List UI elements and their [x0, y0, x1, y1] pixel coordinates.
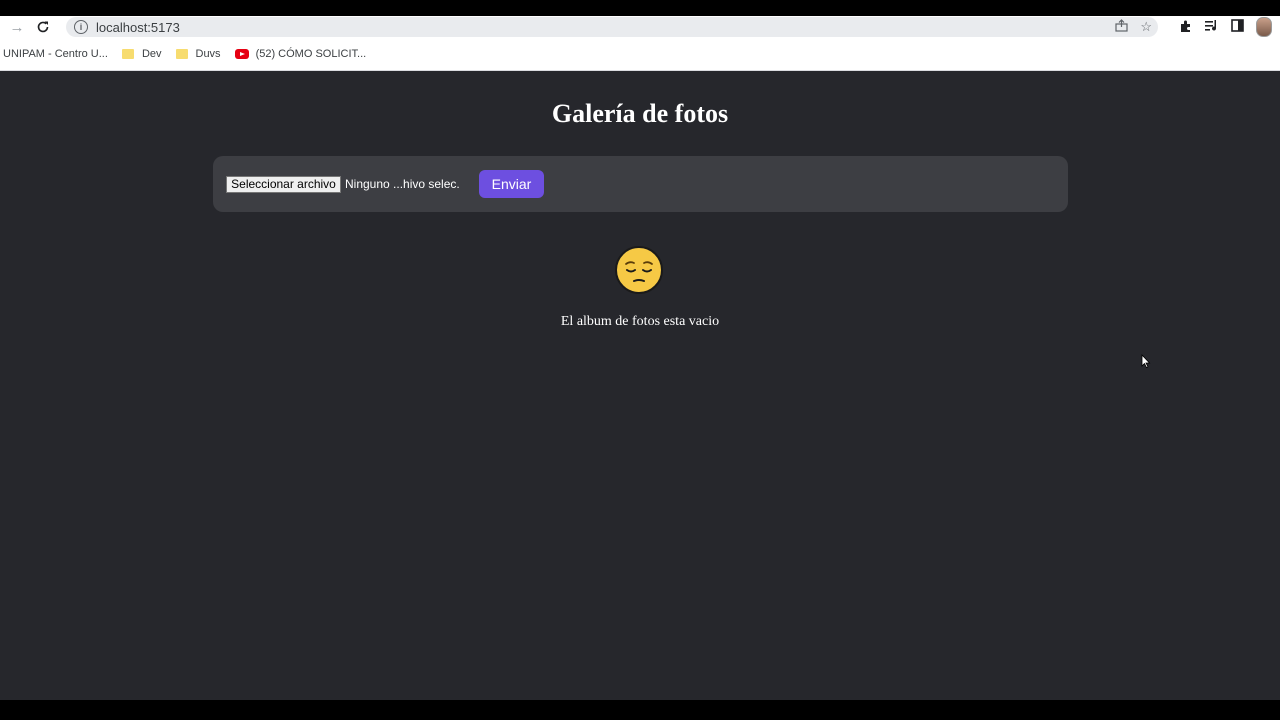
bookmark-youtube-video[interactable]: (52) CÓMO SOLICIT...: [234, 48, 367, 60]
browser-toolbar: → i localhost:5173 ☆: [0, 16, 1280, 38]
folder-icon: [175, 49, 188, 59]
submit-button[interactable]: Enviar: [479, 170, 544, 198]
extensions-icon[interactable]: [1179, 19, 1193, 36]
bookmarks-bar: UNIPAM - Centro U... Dev Duvs (52) CÓMO …: [0, 38, 1280, 71]
back-arrow-icon[interactable]: →: [4, 16, 30, 38]
youtube-icon: [234, 49, 249, 59]
star-icon[interactable]: ☆: [1140, 19, 1152, 35]
bookmark-label: Dev: [141, 48, 162, 60]
page-title: Galería de fotos: [551, 99, 729, 128]
file-status-text: Ninguno ...hivo selec.: [345, 177, 460, 191]
bookmark-folder-dev[interactable]: Dev: [121, 48, 162, 60]
screen-top-bar: [0, 0, 1280, 16]
url-text[interactable]: localhost:5173: [96, 20, 180, 35]
share-icon[interactable]: [1115, 19, 1128, 35]
bookmark-label: Duvs: [195, 48, 221, 60]
choose-file-button[interactable]: Seleccionar archivo: [226, 176, 341, 193]
empty-album-message: El album de fotos esta vacio: [560, 314, 720, 329]
reload-icon[interactable]: [30, 16, 56, 38]
bookmark-unipam[interactable]: UNIPAM - Centro U...: [3, 48, 108, 60]
page-content: Galería de fotos Seleccionar archivo Nin…: [0, 71, 1280, 700]
folder-icon: [121, 49, 134, 59]
bookmark-folder-duvs[interactable]: Duvs: [175, 48, 221, 60]
screen-bottom-bar: [0, 700, 1280, 720]
address-bar[interactable]: i localhost:5173 ☆: [66, 17, 1158, 37]
bookmark-label: (52) CÓMO SOLICIT...: [255, 48, 367, 60]
pensive-face-icon: [615, 246, 663, 294]
upload-form: Seleccionar archivo Ninguno ...hivo sele…: [213, 156, 1068, 212]
info-icon[interactable]: i: [74, 20, 88, 34]
media-queue-icon[interactable]: [1205, 19, 1219, 35]
profile-avatar[interactable]: [1256, 17, 1272, 37]
side-panel-icon[interactable]: [1231, 19, 1244, 35]
mouse-cursor-icon: [1141, 353, 1151, 373]
bookmark-label: UNIPAM - Centro U...: [3, 48, 108, 60]
